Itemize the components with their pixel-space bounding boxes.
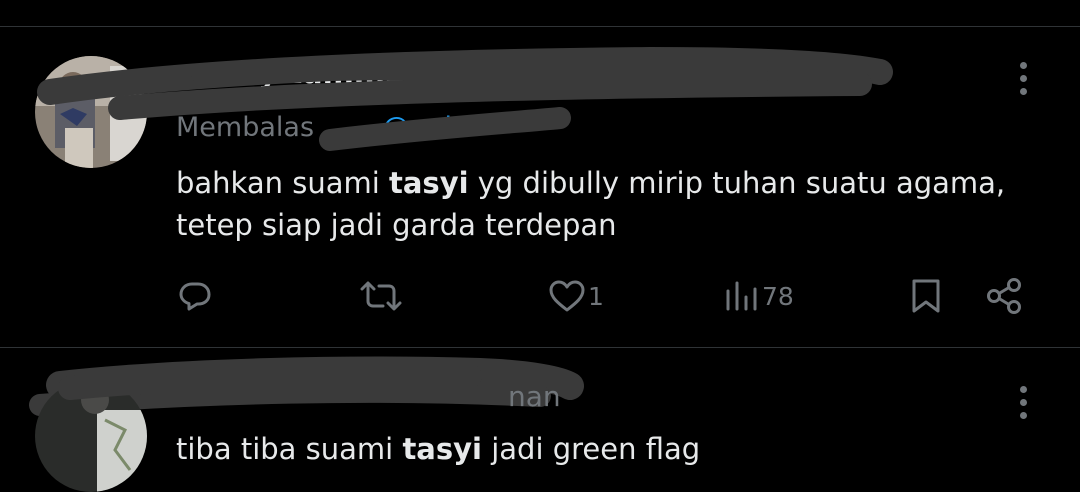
avatar[interactable]: [35, 56, 147, 168]
comment-icon: [179, 282, 211, 311]
like-count: 1: [588, 281, 604, 311]
reply-button[interactable]: [178, 276, 212, 316]
tweet-text-line1-after: yg dibully mirip tuhan suatu agama,: [468, 166, 1006, 200]
like-button[interactable]: 1: [548, 276, 604, 316]
tweet-text-bold-name: tasyi: [389, 166, 469, 200]
display-name-fragment[interactable]: nan: [508, 380, 561, 413]
reply-mention-link[interactable]: @ mis: [383, 112, 466, 143]
bookmark-button[interactable]: [910, 276, 942, 316]
tweet-divider: [0, 347, 1080, 348]
bookmark-icon: [912, 279, 940, 313]
reply-context: Membalas @ mis: [176, 112, 466, 143]
tweet-body: bahkan suami tasyi yg dibully mirip tuha…: [176, 162, 1005, 246]
views-button[interactable]: 78: [724, 276, 794, 316]
more-vertical-icon[interactable]: [1020, 62, 1028, 101]
tweet-text-before: tiba tiba suami: [176, 432, 403, 466]
more-vertical-icon[interactable]: [1020, 386, 1028, 425]
tweet-text-after: jadi green flag: [481, 432, 701, 466]
tweet-body: tiba tiba suami tasyi jadi green flag: [176, 428, 700, 470]
share-button[interactable]: [985, 276, 1023, 316]
share-icon: [987, 278, 1021, 314]
views-count: 78: [762, 281, 794, 311]
dove-icon: [410, 60, 436, 82]
tweet-text-bold-name: tasyi: [402, 432, 482, 466]
retweet-icon: [360, 281, 402, 311]
tweet-text-line2: tetep siap jadi garda terdepan: [176, 208, 617, 242]
reply-prefix: Membalas: [176, 112, 315, 143]
display-name[interactable]: y tamma: [258, 56, 405, 91]
avatar[interactable]: [35, 380, 147, 492]
tweet-text-line1-before: bahkan suami: [176, 166, 389, 200]
user-handle[interactable]: @: [450, 58, 478, 91]
heart-icon: [549, 280, 585, 312]
bar-chart-icon: [726, 281, 757, 311]
retweet-button[interactable]: [358, 276, 404, 316]
top-divider: [0, 26, 1080, 27]
